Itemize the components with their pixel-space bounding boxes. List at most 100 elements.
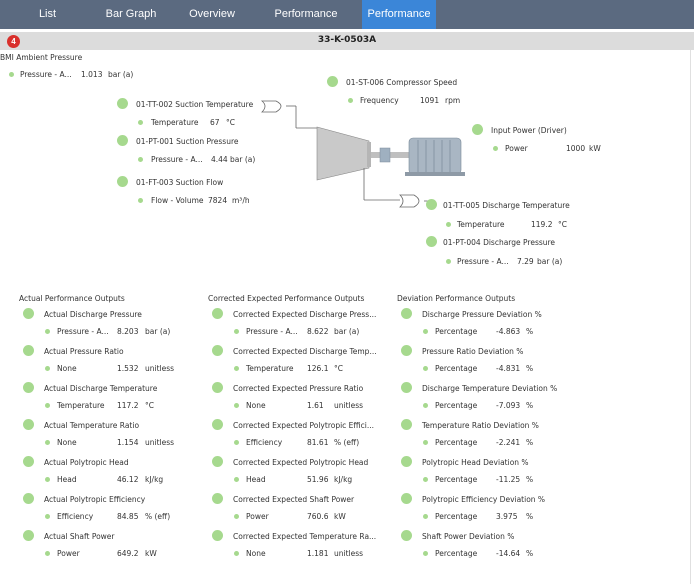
sensor-status-icon <box>426 236 437 247</box>
output-label: Percentage <box>435 401 478 410</box>
output-title[interactable]: Corrected Expected Temperature Ra... <box>233 532 376 541</box>
output-status-icon <box>401 345 412 356</box>
output-status-icon <box>23 530 34 541</box>
sensor-title[interactable]: 01-FT-003 Suction Flow <box>136 178 223 187</box>
output-status-icon <box>212 308 223 319</box>
sensor-status-icon <box>426 199 437 210</box>
sensor-value: 1000 <box>566 144 586 153</box>
ambient-value: 1.013 <box>81 70 103 79</box>
output-title[interactable]: Discharge Pressure Deviation % <box>422 310 542 319</box>
output-value: -4.863 <box>496 327 521 336</box>
output-title[interactable]: Pressure Ratio Deviation % <box>422 347 523 356</box>
output-label: Efficiency <box>246 438 283 447</box>
sensor-unit: kW <box>589 144 601 153</box>
compressor-icon <box>316 126 370 181</box>
sensor-title[interactable]: Input Power (Driver) <box>491 126 567 135</box>
output-status-icon <box>401 308 412 319</box>
output-title[interactable]: Actual Shaft Power <box>44 532 115 541</box>
sensor-unit: rpm <box>445 96 461 105</box>
section-header: Actual Performance Outputs <box>19 294 125 303</box>
output-value: 1.181 <box>307 549 329 558</box>
sensor-status-icon <box>327 76 338 87</box>
sensor-label: Pressure - A... <box>151 155 203 164</box>
output-label: Efficiency <box>57 512 94 521</box>
output-value: 8.622 <box>307 327 329 336</box>
sensor-title[interactable]: 01-ST-006 Compressor Speed <box>346 78 457 87</box>
output-value: -14.64 <box>496 549 521 558</box>
output-value: 126.1 <box>307 364 329 373</box>
output-value: 46.12 <box>117 475 139 484</box>
output-status-icon <box>212 382 223 393</box>
sensor-label: Flow - Volume <box>151 196 204 205</box>
output-label: Percentage <box>435 475 478 484</box>
output-title[interactable]: Actual Discharge Pressure <box>44 310 142 319</box>
output-unit: % <box>526 549 534 558</box>
sensor-title[interactable]: 01-PT-001 Suction Pressure <box>136 137 238 146</box>
output-title[interactable]: Corrected Expected Pressure Ratio <box>233 384 363 393</box>
output-title[interactable]: Corrected Expected Discharge Temp... <box>233 347 377 356</box>
status-dot <box>138 120 143 125</box>
output-status-icon <box>401 382 412 393</box>
sensor-unit: bar (a) <box>537 257 563 266</box>
output-status-icon <box>401 530 412 541</box>
status-dot <box>45 477 50 482</box>
status-dot <box>423 440 428 445</box>
output-title[interactable]: Corrected Expected Discharge Press... <box>233 310 376 319</box>
output-title[interactable]: Corrected Expected Polytropic Effici... <box>233 421 374 430</box>
coupling-icon <box>379 147 391 163</box>
sensor-status-icon <box>117 98 128 109</box>
status-dot <box>446 222 451 227</box>
output-title[interactable]: Discharge Temperature Deviation % <box>422 384 557 393</box>
discharge-arrow-icon <box>399 194 420 208</box>
output-title[interactable]: Temperature Ratio Deviation % <box>422 421 539 430</box>
output-title[interactable]: Corrected Expected Shaft Power <box>233 495 354 504</box>
output-value: 760.6 <box>307 512 329 521</box>
output-value: 81.61 <box>307 438 329 447</box>
output-label: Percentage <box>435 327 478 336</box>
status-dot <box>45 551 50 556</box>
status-dot <box>234 440 239 445</box>
sensor-title[interactable]: 01-PT-004 Discharge Pressure <box>443 238 555 247</box>
output-status-icon <box>401 456 412 467</box>
output-status-icon <box>23 493 34 504</box>
sensor-label: Temperature <box>457 220 505 229</box>
output-value: 1.61 <box>307 401 324 410</box>
status-dot <box>138 198 143 203</box>
status-dot <box>45 514 50 519</box>
output-status-icon <box>212 419 223 430</box>
status-dot <box>45 440 50 445</box>
output-title[interactable]: Actual Discharge Temperature <box>44 384 157 393</box>
output-title[interactable]: Actual Polytropic Head <box>44 458 129 467</box>
output-title[interactable]: Actual Polytropic Efficiency <box>44 495 145 504</box>
output-status-icon <box>23 345 34 356</box>
output-value: -4.831 <box>496 364 521 373</box>
sensor-label: Power <box>505 144 528 153</box>
output-unit: bar (a) <box>145 327 171 336</box>
output-value: 117.2 <box>117 401 139 410</box>
sensor-status-icon <box>117 135 128 146</box>
status-dot <box>234 403 239 408</box>
output-label: Percentage <box>435 364 478 373</box>
sensor-label: Pressure - A... <box>457 257 509 266</box>
section-header: Deviation Performance Outputs <box>397 294 516 303</box>
output-status-icon <box>401 419 412 430</box>
output-unit: °C <box>145 401 154 410</box>
status-dot <box>45 403 50 408</box>
status-dot <box>234 329 239 334</box>
status-dot <box>423 329 428 334</box>
sensor-title[interactable]: 01-TT-002 Suction Temperature <box>136 100 253 109</box>
output-title[interactable]: Actual Temperature Ratio <box>44 421 139 430</box>
output-title[interactable]: Corrected Expected Polytropic Head <box>233 458 368 467</box>
output-status-icon <box>212 530 223 541</box>
sensor-title[interactable]: 01-TT-005 Discharge Temperature <box>443 201 570 210</box>
output-title[interactable]: Actual Pressure Ratio <box>44 347 124 356</box>
output-title[interactable]: Polytropic Head Deviation % <box>422 458 529 467</box>
sensor-unit: bar (a) <box>230 155 256 164</box>
output-label: Head <box>57 475 77 484</box>
output-value: 51.96 <box>307 475 329 484</box>
output-title[interactable]: Shaft Power Deviation % <box>422 532 514 541</box>
output-value: 8.203 <box>117 327 139 336</box>
output-label: Power <box>57 549 80 558</box>
output-title[interactable]: Polytropic Efficiency Deviation % <box>422 495 545 504</box>
status-dot <box>423 366 428 371</box>
